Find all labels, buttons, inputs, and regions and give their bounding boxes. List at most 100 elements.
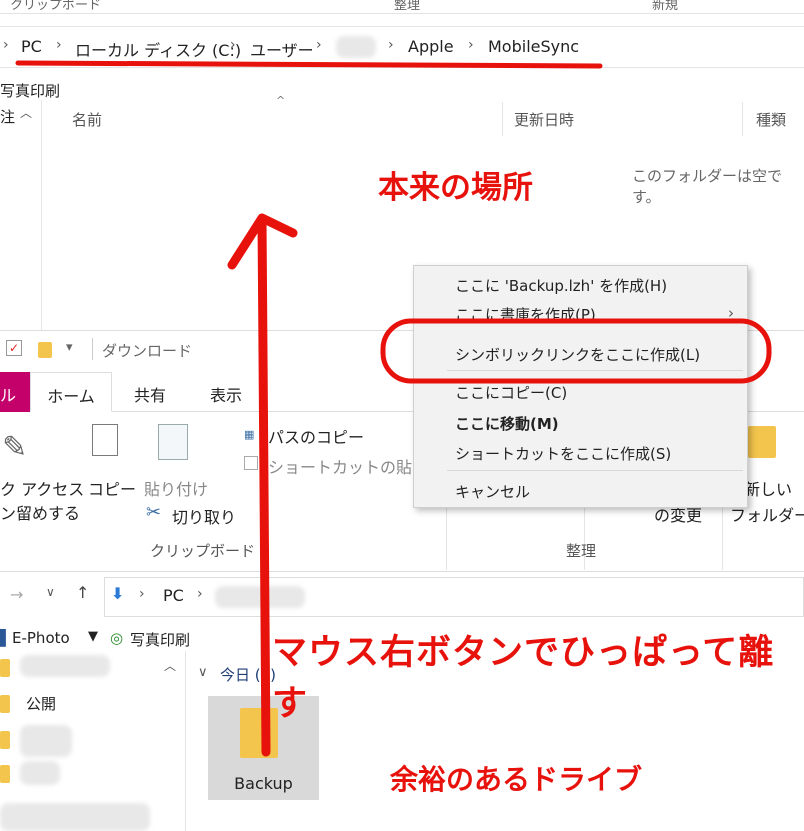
favorite-photo-print[interactable]: 写真印刷 xyxy=(130,629,190,650)
ribbon-group-organize: 整理 xyxy=(394,0,421,13)
chevron-right-icon: › xyxy=(316,37,322,53)
scroll-up-icon[interactable]: ︿ xyxy=(164,657,176,674)
group-header-today[interactable]: 今日 (1) xyxy=(220,664,276,685)
sort-ascending-icon: ^ xyxy=(276,94,286,107)
breadcrumb-pc[interactable]: PC xyxy=(21,37,42,56)
favorite-e-photo[interactable]: E-Photo xyxy=(12,629,70,647)
redacted-nav-item xyxy=(0,803,150,831)
ribbon-group-labels: クリップボード 整理 新規 xyxy=(0,0,804,14)
folder-icon xyxy=(0,765,10,783)
address-field[interactable]: ⬇ › PC › xyxy=(104,577,804,617)
chevron-right-icon: › xyxy=(197,586,203,602)
folder-icon xyxy=(0,695,10,713)
copy-button[interactable]: コピー xyxy=(88,476,136,500)
ribbon-group-clipboard: クリップボード xyxy=(10,0,102,13)
paste-icon[interactable] xyxy=(158,424,188,460)
folder-icon[interactable] xyxy=(38,342,52,358)
chevron-right-icon: › xyxy=(139,586,145,602)
tab-share-label: 共有 xyxy=(134,386,167,405)
menu-separator xyxy=(447,470,743,471)
redacted-path xyxy=(215,586,305,608)
pin-quick-access-line1[interactable]: ク アクセス xyxy=(0,476,84,500)
properties-icon[interactable]: ✓ xyxy=(6,340,22,356)
collapse-group-icon[interactable]: ∨ xyxy=(198,665,208,680)
menu-item-copy-here[interactable]: ここにコピー(C) xyxy=(455,382,567,403)
copy-path-icon[interactable]: ▦ xyxy=(244,428,254,441)
breadcrumb-mobilesync[interactable]: MobileSync xyxy=(488,37,579,56)
navigation-pane: 注 ︿ xyxy=(0,100,42,330)
divider xyxy=(92,338,93,360)
column-divider[interactable] xyxy=(742,102,743,136)
annotation-original-location: 本来の場所 xyxy=(378,170,533,206)
nav-item-fragment[interactable]: 注 xyxy=(0,106,15,127)
pin-icon[interactable]: ✎ xyxy=(2,430,27,465)
group-label-clipboard: クリップボード xyxy=(150,542,256,560)
breadcrumb-apple[interactable]: Apple xyxy=(408,37,454,56)
column-divider[interactable] xyxy=(502,102,503,136)
submenu-arrow-icon: › xyxy=(728,304,734,322)
redacted-nav-item xyxy=(20,725,72,757)
breadcrumb-local-disk[interactable]: ローカル ディスク (C:) xyxy=(75,37,241,61)
redacted-nav-item xyxy=(20,655,110,677)
redacted-nav-item xyxy=(20,761,60,785)
tab-file[interactable]: ル xyxy=(0,372,30,412)
print-icon: ◎ xyxy=(110,629,124,647)
window-title: ダウンロード xyxy=(102,342,193,360)
file-name: Backup xyxy=(234,774,293,793)
nav-item-public[interactable]: 公開 xyxy=(26,693,56,714)
forward-arrow-icon[interactable]: → xyxy=(10,585,23,604)
copy-path-button[interactable]: パスのコピー xyxy=(268,424,364,448)
menu-item-move-here[interactable]: ここに移動(M) xyxy=(455,413,559,434)
history-dropdown-icon[interactable]: ∨ xyxy=(46,585,55,599)
address-bar-downloads: → ∨ ↑ ⬇ › PC › xyxy=(0,575,804,619)
chevron-right-icon: › xyxy=(388,37,394,53)
favorite-dropdown-icon[interactable]: ▼ xyxy=(88,629,98,644)
menu-item-create-lzh[interactable]: ここに 'Backup.lzh' を作成(H) xyxy=(455,275,667,296)
tab-share[interactable]: 共有 xyxy=(134,372,166,412)
column-name[interactable]: 名前 xyxy=(72,109,102,130)
chevron-right-icon: › xyxy=(56,37,62,53)
new-folder-icon[interactable] xyxy=(748,426,776,458)
cut-button[interactable]: 切り取り xyxy=(172,504,236,528)
download-arrow-icon: ⬇ xyxy=(111,584,125,603)
breadcrumb-users[interactable]: ユーザー xyxy=(250,37,314,61)
copy-icon[interactable] xyxy=(92,424,118,456)
paste-button[interactable]: 貼り付け xyxy=(144,476,208,500)
new-folder-line1[interactable]: 新しい xyxy=(744,476,792,500)
up-arrow-icon[interactable]: ↑ xyxy=(76,583,89,602)
column-date-modified[interactable]: 更新日時 xyxy=(514,109,574,130)
chevron-right-icon: › xyxy=(230,37,236,53)
tab-file-label: ル xyxy=(0,386,17,405)
dropdown-icon[interactable]: ▾ xyxy=(66,340,73,355)
menu-item-create-shortcut[interactable]: ショートカットをここに作成(S) xyxy=(455,443,671,464)
folder-icon xyxy=(0,659,10,677)
pin-quick-access-line2[interactable]: ン留めする xyxy=(0,500,80,524)
empty-folder-message: このフォルダーは空です。 xyxy=(632,167,783,206)
chevron-right-icon: › xyxy=(3,37,9,53)
folder-icon xyxy=(0,731,10,749)
chevron-right-icon: › xyxy=(468,37,474,53)
scroll-up-icon[interactable]: ︿ xyxy=(20,104,32,121)
tab-home-label: ホーム xyxy=(47,387,95,406)
menu-item-cancel[interactable]: キャンセル xyxy=(455,481,530,502)
group-label-organize: 整理 xyxy=(566,542,597,560)
tab-home[interactable]: ホーム xyxy=(30,372,112,412)
menu-item-create-symlink[interactable]: シンボリックリンクをここに作成(L) xyxy=(455,344,700,365)
quick-access-label[interactable]: 写真印刷 xyxy=(0,80,60,101)
annotation-drag-instruction: マウス右ボタンでひっぱって離す xyxy=(272,633,775,724)
annotation-spare-drive: 余裕のあるドライブ xyxy=(390,763,643,796)
redacted-username xyxy=(336,36,376,58)
context-menu: ここに 'Backup.lzh' を作成(H) ここに書庫を作成(P) › シン… xyxy=(413,265,748,508)
tab-view-label: 表示 xyxy=(210,386,243,405)
column-header-row: ^ 名前 更新日時 種類 xyxy=(42,94,804,138)
column-type[interactable]: 種類 xyxy=(756,109,786,130)
menu-item-create-archive[interactable]: ここに書庫を作成(P) xyxy=(455,304,596,325)
drive-icon: ▌ xyxy=(0,629,12,647)
scissors-icon[interactable]: ✂ xyxy=(146,502,161,523)
menu-separator xyxy=(447,370,743,371)
breadcrumb-pc[interactable]: PC xyxy=(163,586,184,605)
tab-view[interactable]: 表示 xyxy=(210,372,242,412)
address-bar[interactable]: › PC › ローカル ディスク (C:) › ユーザー › › Apple ›… xyxy=(0,26,804,68)
navigation-pane: ︿ 公開 xyxy=(0,651,186,831)
paste-shortcut-icon[interactable] xyxy=(244,456,258,470)
